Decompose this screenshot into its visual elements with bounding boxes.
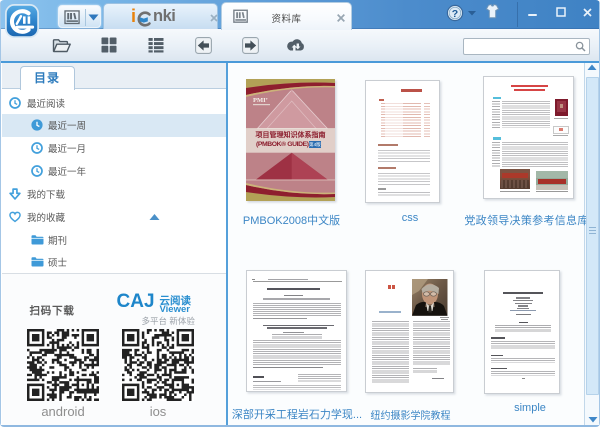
svg-text:?: ?	[452, 8, 458, 20]
svg-text:PMI’: PMI’	[253, 97, 268, 104]
